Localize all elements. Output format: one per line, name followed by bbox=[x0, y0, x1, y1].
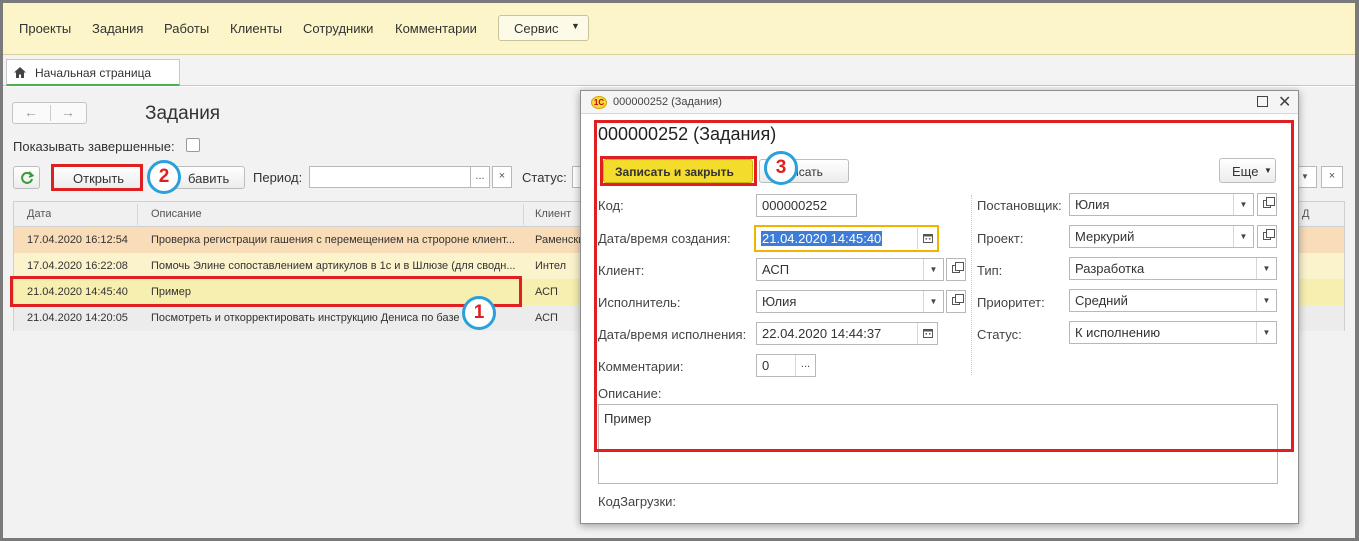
table-row[interactable]: 17.04.2020 16:12:54 Проверка регистрации… bbox=[14, 227, 586, 253]
menu-item-clients[interactable]: Клиенты bbox=[230, 21, 282, 36]
tab-home[interactable]: Начальная страница bbox=[6, 59, 180, 86]
step-badge-1: 1 bbox=[462, 296, 496, 330]
tasks-table: Дата Описание Клиент 17.04.2020 16:12:54… bbox=[13, 201, 587, 331]
row-description: Проверка регистрации гашения с перемещен… bbox=[151, 234, 515, 246]
add-button-label: бавить bbox=[188, 171, 230, 186]
maximize-icon[interactable] bbox=[1257, 96, 1268, 107]
service-label: Сервис bbox=[514, 21, 559, 36]
nav-buttons: ← → bbox=[12, 102, 87, 124]
tasks-table-right-part: Д bbox=[1299, 201, 1345, 331]
show-done-label: Показывать завершенные: bbox=[13, 139, 175, 154]
row-date: 21.04.2020 14:20:05 bbox=[27, 312, 128, 324]
app-logo-icon: 1С bbox=[591, 96, 607, 109]
tab-home-label: Начальная страница bbox=[35, 66, 152, 80]
refresh-icon bbox=[21, 171, 34, 184]
tab-bar: Начальная страница bbox=[3, 55, 1355, 86]
column-fragment: Д bbox=[1302, 208, 1310, 220]
period-clear-button[interactable]: × bbox=[492, 166, 512, 188]
menu-item-projects[interactable]: Проекты bbox=[19, 21, 71, 36]
forward-arrow-icon[interactable]: → bbox=[61, 104, 75, 120]
close-icon[interactable]: ✕ bbox=[1278, 92, 1291, 112]
row-date: 17.04.2020 16:22:08 bbox=[27, 260, 128, 272]
table-header: Д bbox=[1299, 202, 1344, 227]
column-description[interactable]: Описание bbox=[151, 208, 202, 220]
table-row bbox=[1299, 305, 1344, 331]
task-form-window: 1С 000000252 (Задания) ✕ 000000252 (Зада… bbox=[580, 90, 1299, 524]
window-titlebar: 1С 000000252 (Задания) ✕ bbox=[581, 91, 1298, 114]
column-divider bbox=[137, 204, 138, 225]
status-filter-clear[interactable]: × bbox=[1321, 166, 1343, 188]
column-client[interactable]: Клиент bbox=[535, 208, 571, 220]
page-title: Задания bbox=[145, 103, 221, 124]
period-label: Период: bbox=[253, 170, 303, 185]
window-title: 000000252 (Задания) bbox=[613, 96, 722, 108]
chevron-down-icon: ▼ bbox=[1301, 172, 1309, 181]
column-date[interactable]: Дата bbox=[27, 208, 51, 220]
table-row bbox=[1299, 227, 1344, 253]
row-description: Помочь Элине сопоставлением артикулов в … bbox=[151, 260, 516, 272]
highlight-selected-row bbox=[10, 276, 522, 307]
home-icon bbox=[14, 67, 26, 78]
row-description: Посмотреть и откорректировать инструкцию… bbox=[151, 312, 461, 324]
menu-item-tasks[interactable]: Задания bbox=[92, 21, 143, 36]
status-filter-controls: ▼ × bbox=[1293, 166, 1345, 188]
menu-item-works[interactable]: Работы bbox=[164, 21, 209, 36]
top-menu: Проекты Задания Работы Клиенты Сотрудник… bbox=[3, 3, 1355, 55]
period-input[interactable] bbox=[309, 166, 471, 188]
period-select-button[interactable]: ... bbox=[470, 166, 490, 188]
chevron-down-icon: ▼ bbox=[571, 21, 580, 31]
service-menu-button[interactable]: Сервис ▼ bbox=[498, 15, 589, 41]
row-date: 17.04.2020 16:12:54 bbox=[27, 234, 128, 246]
back-arrow-icon[interactable]: ← bbox=[24, 104, 38, 120]
step-badge-2: 2 bbox=[147, 160, 181, 194]
table-row bbox=[1299, 253, 1344, 279]
highlight-open-button bbox=[51, 164, 143, 191]
refresh-button[interactable] bbox=[13, 166, 40, 189]
nav-divider bbox=[50, 105, 51, 121]
add-button[interactable]: бавить bbox=[173, 166, 245, 189]
menu-item-comments[interactable]: Комментарии bbox=[395, 21, 477, 36]
menu-item-employees[interactable]: Сотрудники bbox=[303, 21, 373, 36]
table-row bbox=[1299, 279, 1344, 305]
table-header: Дата Описание Клиент bbox=[14, 202, 586, 227]
status-filter-label: Статус: bbox=[522, 170, 567, 185]
load-code-label: КодЗагрузки: bbox=[598, 494, 677, 509]
highlight-form-area bbox=[594, 120, 1294, 452]
table-row[interactable]: 21.04.2020 14:20:05 Посмотреть и откорре… bbox=[14, 305, 586, 331]
column-divider bbox=[523, 204, 524, 225]
show-done-checkbox[interactable] bbox=[186, 138, 200, 152]
